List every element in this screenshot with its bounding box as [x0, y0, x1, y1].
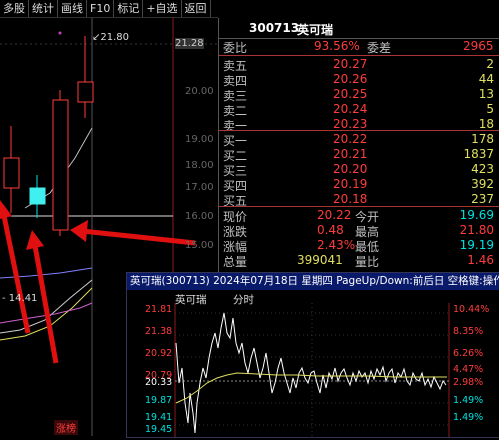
intraday-right-tick: 6.26%	[453, 348, 484, 359]
weibi-value: 93.56%	[314, 39, 360, 53]
intraday-right-tick: 10.44%	[453, 304, 490, 315]
bid-volume: 237	[471, 192, 494, 206]
bid-volume: 392	[471, 177, 494, 191]
axis-tick: 20.00	[185, 86, 214, 97]
high-price-label: ↙21.80	[92, 32, 130, 43]
ma-label: - 14.41	[2, 293, 38, 304]
stat-label: 总量	[223, 255, 248, 269]
ask-row: 卖三 20.25 13	[219, 87, 499, 103]
stat-row: 涨跌 0.48 最高 21.80	[219, 223, 499, 239]
ask-row: 卖二 20.24 5	[219, 102, 499, 118]
weicha-label: 委差	[367, 41, 392, 55]
ask-volume: 18	[478, 117, 494, 131]
ask-price: 20.24	[333, 102, 368, 116]
intraday-left-tick: 21.81	[145, 304, 173, 315]
intraday-right-tick: 1.49%	[453, 395, 484, 406]
stat-value: 1.46	[467, 253, 494, 267]
bid-row: 买五 20.18 237	[219, 192, 499, 208]
intraday-popup[interactable]: 英可瑞(300713) 2024年07月18日 星期四 PageUp/Down:…	[126, 272, 499, 438]
bid-price: 20.19	[333, 177, 368, 191]
bid-row: 买四 20.19 392	[219, 177, 499, 193]
stat-value: 20.22	[317, 208, 352, 222]
intraday-left-tick: 19.87	[145, 395, 173, 406]
stat-row: 总量 399041 量比 1.46	[219, 253, 499, 269]
ask-volume: 44	[478, 72, 494, 86]
axis-tick: 19.00	[185, 134, 214, 145]
intraday-right-tick: 8.35%	[453, 326, 484, 337]
axis-tick: 18.00	[185, 160, 214, 171]
bid-row: 买一 20.22 178	[219, 132, 499, 148]
ask-row: 卖四 20.26 44	[219, 72, 499, 88]
ask-price: 20.25	[333, 87, 368, 101]
axis-tick-top: 21.28	[175, 38, 204, 49]
stat-value: 21.80	[459, 223, 494, 237]
intraday-left-tick: 21.38	[145, 326, 173, 337]
rank-tag[interactable]: 涨榜	[54, 420, 78, 435]
stat-value: 19.69	[459, 208, 494, 222]
bid-price: 20.18	[333, 192, 368, 206]
toolbar-mark[interactable]: 标记	[114, 0, 144, 17]
weibi-label: 委比	[223, 41, 248, 55]
chart-toolbar: 多股 统计 画线 F10 标记 +自选 返回	[0, 0, 218, 18]
bid-row: 买二 20.21 1837	[219, 147, 499, 163]
intraday-right-tick: 2.98%	[453, 377, 484, 388]
stat-row: 现价 20.22 今开 19.69	[219, 208, 499, 224]
stat-value: 2.43%	[317, 238, 356, 252]
toolbar-back[interactable]: 返回	[182, 0, 211, 17]
bid-price: 20.21	[333, 147, 368, 161]
intraday-left-tick: 20.33	[145, 377, 173, 388]
intraday-left-tick: 19.45	[145, 424, 173, 435]
bid-volume: 423	[471, 162, 494, 176]
stat-value: 399041	[297, 253, 343, 267]
stat-label: 量比	[355, 255, 380, 269]
axis-tick: 15.00	[185, 240, 214, 251]
ask-volume: 2	[486, 57, 494, 71]
axis-tick: 17.00	[185, 182, 214, 193]
toolbar-f10[interactable]: F10	[87, 0, 115, 17]
ask-volume: 5	[486, 102, 494, 116]
intraday-chart	[174, 303, 450, 437]
intraday-right-tick: 4.47%	[453, 364, 484, 375]
bid-volume: 1837	[463, 147, 494, 161]
ask-price: 20.27	[333, 57, 368, 71]
toolbar-add-watchlist[interactable]: +自选	[143, 0, 182, 17]
toolbar-draw-line[interactable]: 画线	[58, 0, 87, 17]
axis-tick: 16.00	[185, 211, 214, 222]
toolbar-multi-stock[interactable]: 多股	[0, 0, 29, 17]
quote-panel: 300713 英可瑞 委比 93.56% 委差 2965 卖五 20.27 2 卖四 2…	[218, 18, 499, 272]
weicha-value: 2965	[463, 39, 494, 53]
bid-row: 买三 20.20 423	[219, 162, 499, 178]
bid-volume: 178	[471, 132, 494, 146]
ask-row: 卖五 20.27 2	[219, 57, 499, 73]
ask-price: 20.23	[333, 117, 368, 131]
intraday-right-tick: 1.49%	[453, 412, 484, 423]
bid-price: 20.22	[333, 132, 368, 146]
intraday-left-tick: 19.41	[145, 412, 173, 423]
stat-value: 19.19	[459, 238, 494, 252]
stat-value: 0.48	[317, 223, 344, 237]
weibi-row: 委比 93.56% 委差 2965	[219, 24, 499, 55]
intraday-left-tick: 20.92	[145, 348, 173, 359]
stat-row: 涨幅 2.43% 最低 19.19	[219, 238, 499, 254]
toolbar-statistics[interactable]: 统计	[29, 0, 58, 17]
ask-price: 20.26	[333, 72, 368, 86]
ask-volume: 13	[478, 87, 494, 101]
bid-price: 20.20	[333, 162, 368, 176]
